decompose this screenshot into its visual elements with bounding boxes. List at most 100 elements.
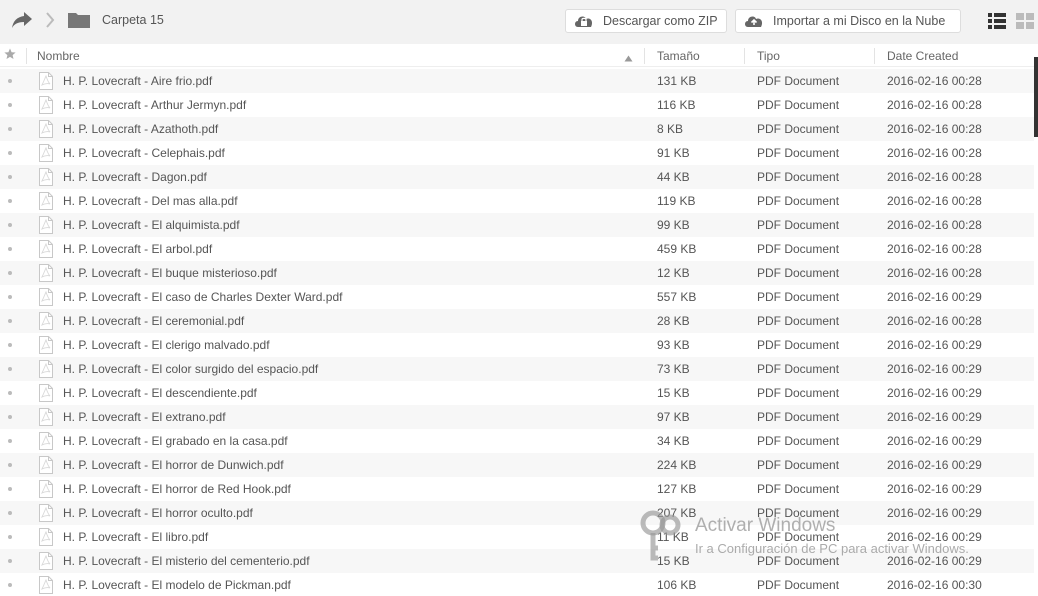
file-type: PDF Document [757,266,840,280]
file-name[interactable]: H. P. Lovecraft - El libro.pdf [63,530,208,544]
download-zip-button[interactable]: Descargar como ZIP [565,9,727,33]
grid-view-icon[interactable] [1016,12,1034,30]
share-icon[interactable] [10,9,34,31]
file-date: 2016-02-16 00:29 [887,482,982,496]
file-type: PDF Document [757,122,840,136]
file-name[interactable]: H. P. Lovecraft - El grabado en la casa.… [63,434,288,448]
file-name[interactable]: H. P. Lovecraft - El caso de Charles Dex… [63,290,342,304]
import-cloud-button[interactable]: Importar a mi Disco en la Nube [735,9,961,33]
file-size: 459 KB [657,242,697,256]
row-marker [8,439,12,443]
table-row[interactable]: H. P. Lovecraft - Aire frio.pdf 131 KB PDF… [0,69,1034,93]
file-date: 2016-02-16 00:28 [887,146,982,160]
file-name[interactable]: H. P. Lovecraft - Celephais.pdf [63,146,225,160]
file-date: 2016-02-16 00:29 [887,506,982,520]
pdf-file-icon [38,480,54,501]
row-marker [8,175,12,179]
table-row[interactable]: H. P. Lovecraft - El color surgido del e… [0,357,1034,381]
table-row[interactable]: H. P. Lovecraft - El alquimista.pdf 99 KB… [0,213,1034,237]
file-type: PDF Document [757,290,840,304]
file-size: 131 KB [657,74,697,88]
table-row[interactable]: H. P. Lovecraft - El horror de Dunwich.p… [0,453,1034,477]
pdf-file-icon [38,408,54,429]
table-row[interactable]: H. P. Lovecraft - El buque misterioso.pd… [0,261,1034,285]
breadcrumb[interactable]: Carpeta 15 [102,13,164,27]
table-row[interactable]: H. P. Lovecraft - El ceremonial.pdf 28 KB… [0,309,1034,333]
file-size: 99 KB [657,218,690,232]
row-marker [8,79,12,83]
file-size: 207 KB [657,506,697,520]
cloud-lock-icon [575,16,593,27]
file-name[interactable]: H. P. Lovecraft - El extrano.pdf [63,410,226,424]
table-row[interactable]: H. P. Lovecraft - El libro.pdf 11 KB PDF D… [0,525,1034,549]
file-name[interactable]: H. P. Lovecraft - El color surgido del e… [63,362,318,376]
file-name[interactable]: H. P. Lovecraft - El descendiente.pdf [63,386,257,400]
file-type: PDF Document [757,530,840,544]
column-header-date[interactable]: Date Created [887,49,958,63]
file-name[interactable]: H. P. Lovecraft - El misterio del cement… [63,554,310,568]
table-row[interactable]: H. P. Lovecraft - El modelo de Pickman.p… [0,573,1034,596]
top-toolbar: Carpeta 15 Descargar como ZIP Importar a… [0,0,1038,44]
file-type: PDF Document [757,74,840,88]
table-row[interactable]: H. P. Lovecraft - Dagon.pdf 44 KB PDF Docu… [0,165,1034,189]
file-date: 2016-02-16 00:30 [887,578,982,592]
file-name[interactable]: H. P. Lovecraft - El modelo de Pickman.p… [63,578,291,592]
table-row[interactable]: H. P. Lovecraft - El arbol.pdf 459 KB PDF … [0,237,1034,261]
pdf-file-icon [38,216,54,237]
file-name[interactable]: H. P. Lovecraft - Dagon.pdf [63,170,207,184]
file-name[interactable]: H. P. Lovecraft - El horror de Red Hook.… [63,482,291,496]
file-name[interactable]: H. P. Lovecraft - El arbol.pdf [63,242,212,256]
table-row[interactable]: H. P. Lovecraft - El extrano.pdf 97 KB PDF… [0,405,1034,429]
file-list: H. P. Lovecraft - Aire frio.pdf 131 KB PDF… [0,69,1038,596]
table-row[interactable]: H. P. Lovecraft - Azathoth.pdf 8 KB PDF Do… [0,117,1034,141]
table-row[interactable]: H. P. Lovecraft - Celephais.pdf 91 KB PDF … [0,141,1034,165]
column-header-name[interactable]: Nombre [37,49,80,63]
file-name[interactable]: H. P. Lovecraft - El horror de Dunwich.p… [63,458,284,472]
import-cloud-label: Importar a mi Disco en la Nube [773,14,946,28]
file-type: PDF Document [757,578,840,592]
row-marker [8,151,12,155]
download-zip-label: Descargar como ZIP [603,14,718,28]
column-header-type[interactable]: Tipo [757,49,780,63]
sort-ascending-icon[interactable] [624,51,633,65]
file-name[interactable]: H. P. Lovecraft - El buque misterioso.pd… [63,266,277,280]
table-row[interactable]: H. P. Lovecraft - El misterio del cement… [0,549,1034,573]
table-row[interactable]: H. P. Lovecraft - El caso de Charles Dex… [0,285,1034,309]
file-name[interactable]: H. P. Lovecraft - Arthur Jermyn.pdf [63,98,246,112]
row-marker [8,295,12,299]
file-date: 2016-02-16 00:29 [887,434,982,448]
file-type: PDF Document [757,146,840,160]
file-name[interactable]: H. P. Lovecraft - El clerigo malvado.pdf [63,338,270,352]
table-row[interactable]: H. P. Lovecraft - Arthur Jermyn.pdf 116 K… [0,93,1034,117]
row-marker [8,319,12,323]
pdf-file-icon [38,240,54,261]
table-row[interactable]: H. P. Lovecraft - El horror de Red Hook.… [0,477,1034,501]
table-row[interactable]: H. P. Lovecraft - Del mas alla.pdf 119 KB… [0,189,1034,213]
table-row[interactable]: H. P. Lovecraft - El grabado en la casa.… [0,429,1034,453]
file-type: PDF Document [757,218,840,232]
file-name[interactable]: H. P. Lovecraft - Del mas alla.pdf [63,194,238,208]
column-divider [644,48,645,64]
chevron-right-icon[interactable] [44,9,56,31]
row-marker [8,559,12,563]
file-name[interactable]: H. P. Lovecraft - Azathoth.pdf [63,122,218,136]
file-name[interactable]: H. P. Lovecraft - El alquimista.pdf [63,218,240,232]
file-date: 2016-02-16 00:29 [887,530,982,544]
scrollbar[interactable] [1034,57,1038,137]
file-name[interactable]: H. P. Lovecraft - El ceremonial.pdf [63,314,244,328]
table-row[interactable]: H. P. Lovecraft - El descendiente.pdf 15 … [0,381,1034,405]
list-view-icon[interactable] [988,12,1006,30]
column-header-size[interactable]: Tamaño [657,49,700,63]
star-icon[interactable] [4,48,16,63]
file-date: 2016-02-16 00:28 [887,266,982,280]
table-row[interactable]: H. P. Lovecraft - El horror oculto.pdf 20… [0,501,1034,525]
file-type: PDF Document [757,434,840,448]
file-size: 116 KB [657,98,696,112]
file-name[interactable]: H. P. Lovecraft - Aire frio.pdf [63,74,212,88]
file-size: 28 KB [657,314,690,328]
file-name[interactable]: H. P. Lovecraft - El horror oculto.pdf [63,506,253,520]
table-row[interactable]: H. P. Lovecraft - El clerigo malvado.pdf… [0,333,1034,357]
file-date: 2016-02-16 00:28 [887,218,982,232]
pdf-file-icon [38,504,54,525]
file-size: 44 KB [657,170,690,184]
